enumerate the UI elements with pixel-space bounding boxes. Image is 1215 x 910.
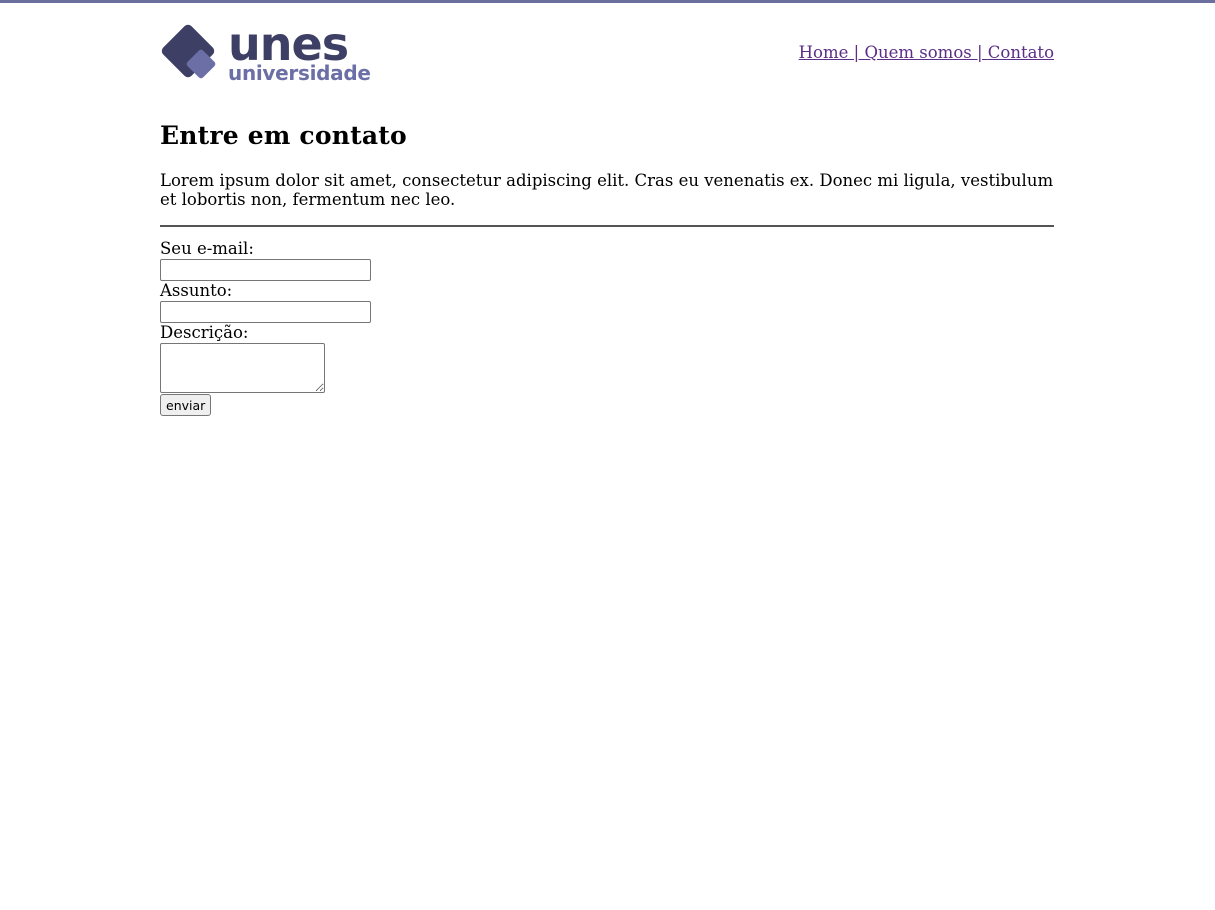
description-field[interactable]	[160, 343, 325, 393]
submit-button[interactable]: enviar	[160, 394, 212, 416]
nav-link-home[interactable]: Home |	[799, 43, 865, 62]
page-title: Entre em contato	[160, 121, 407, 150]
nav-link-quem-somos[interactable]: Quem somos |	[864, 43, 987, 62]
description-label: Descrição:	[160, 323, 249, 342]
page-container: unes universidade Home | Quem somos | Co…	[160, 3, 1054, 416]
divider	[160, 225, 1054, 227]
main-nav: Home | Quem somos | Contato	[799, 43, 1054, 62]
email-label: Seu e-mail:	[160, 239, 254, 258]
nav-link-contato[interactable]: Contato	[988, 43, 1054, 62]
email-field[interactable]	[160, 259, 371, 281]
subject-field[interactable]	[160, 301, 371, 323]
header: unes universidade Home | Quem somos | Co…	[160, 3, 1054, 98]
unes-logo[interactable]: unes universidade	[160, 23, 374, 83]
intro-text: Lorem ipsum dolor sit amet, consectetur …	[160, 171, 1054, 209]
subject-label: Assunto:	[160, 281, 233, 300]
logo-tagline: universidade	[228, 61, 371, 83]
contact-form: Seu e-mail: Assunto: Descrição: enviar	[160, 239, 371, 416]
